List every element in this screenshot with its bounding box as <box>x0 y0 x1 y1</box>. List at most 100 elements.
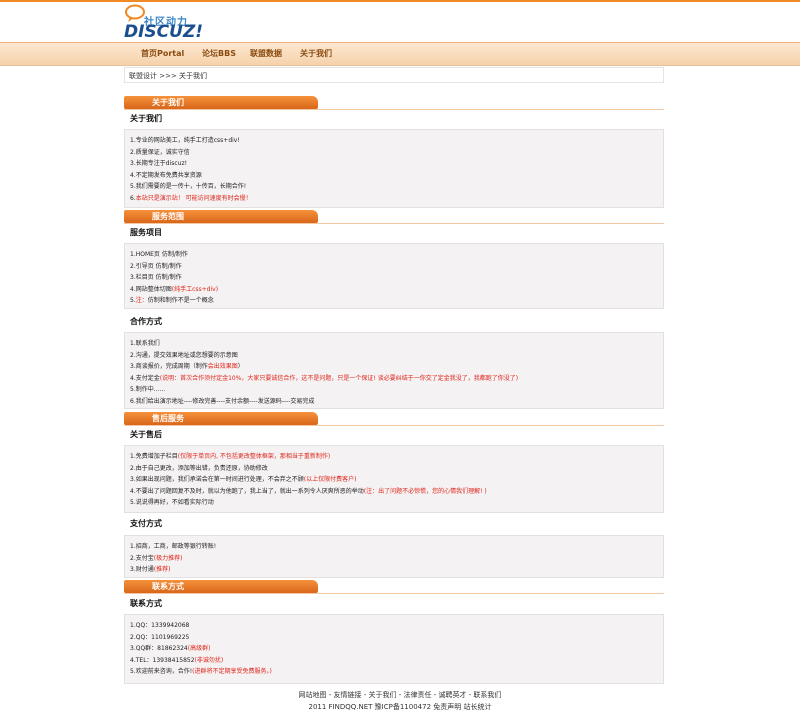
item-text: 不定期发布免费共享资源 <box>135 171 202 179</box>
item-text: 沟通，提交效果地址或您想要的示意图 <box>135 351 238 359</box>
item-text: 如果出现问题，我们承诺会在第一时间进行处理，不会弃之不顾 <box>135 476 304 484</box>
aftersales-item: 5.说说得再好，不如看实际行动 <box>130 497 663 509</box>
nav-about-us[interactable]: 关于我们 <box>300 48 332 59</box>
item-text: 质量保证，诚实守信 <box>135 148 190 156</box>
item-text: 说说得再好，不如看实际行动 <box>135 499 214 507</box>
contact-item: 1.QQ：1339942068 <box>130 620 663 632</box>
nav-home-portal[interactable]: 首页Portal <box>141 48 184 59</box>
item-note: (推荐) <box>153 566 171 574</box>
item-text: 制作中...... <box>135 386 166 394</box>
item-text: 支付定金 <box>135 374 160 382</box>
discuz-logo[interactable]: 社区动力 DISCUZ! <box>124 4 214 42</box>
nav-forum-bbs[interactable]: 论坛BBS <box>202 48 236 59</box>
payment-item: 2.支付宝(极力推荐) <box>130 553 663 565</box>
section-bar-contact: 联系方式 <box>124 580 664 594</box>
item-note: (说明：首次合作须付定金10%，大家只要诚信合作，这不是问题，只是一个保证! 谈… <box>159 374 519 382</box>
item-text: 引导页 仿制/制作 <box>135 262 182 270</box>
cooperation-item: 2.沟通，提交效果地址或您想要的示意图 <box>130 350 663 362</box>
item-text: 招商，工商，邮政等银行转账! <box>135 543 217 550</box>
about-item: 4.不定期发布免费共享资源 <box>130 170 663 182</box>
about-item: 3.长期专注于discuz! <box>130 158 663 170</box>
cooperation-item: 3.商谈报价，完成周期（制作会出效果图） <box>130 361 663 373</box>
section-bar-service: 服务范围 <box>124 210 664 224</box>
cooperation-item: 4.支付定金(说明：首次合作须付定金10%，大家只要诚信合作，这不是问题，只是一… <box>130 373 663 385</box>
item-note: (注：出了问题不必惊慌，您的心情我们理解! ) <box>363 487 487 495</box>
cooperation-item: 6.我们给出演示地址----修改完善----支付余额----发送源码----交易… <box>130 396 663 408</box>
item-text: 欢迎前来咨询，合作! <box>135 668 193 676</box>
aftersales-item: 4.不要出了问题回复不及时，就以为他跑了，我上当了，就出一系列令人厌爽所恶的举动… <box>130 486 663 498</box>
item-note: 注： <box>135 297 148 305</box>
section-bar-aftersales: 售后服务 <box>124 412 664 426</box>
item-text: 支付宝 <box>135 554 154 562</box>
item-text-tail: ） <box>237 363 244 371</box>
cooperation-item: 5.制作中...... <box>130 384 663 396</box>
item-note: (纯手工css+div) <box>171 285 219 293</box>
service-item: 1.HOME页 仿制/制作 <box>130 249 663 261</box>
contact-title: 联系方式 <box>130 599 162 608</box>
item-text: QQ：1339942068 <box>135 622 190 629</box>
payment-item: 1.招商，工商，邮政等银行转账! <box>130 541 663 553</box>
header: 社区动力 DISCUZ! <box>0 2 800 42</box>
item-text: 商谈报价，完成周期（制作 <box>135 363 208 371</box>
about-box: 1.专业的网站美工，纯手工打造css+div! 2.质量保证，诚实守信 3.长期专注… <box>124 129 664 208</box>
aftersales-item: 1.免费增加子栏目(仅限于单页内, 不包括更改整体框架，那相当于重新制作) <box>130 451 663 463</box>
contact-item: 2.QQ：1101969225 <box>130 632 663 644</box>
aftersales-item: 3.如果出现问题，我们承诺会在第一时间进行处理，不会弃之不顾(以上仅限付费客户) <box>130 474 663 486</box>
item-note: (非诚勿扰) <box>194 656 224 664</box>
footer-copyright: 2011 FINDQQ.NET 豫ICP备1100472 免责声明 站长统计 <box>308 703 492 711</box>
item-text: 我们给出演示地址----修改完善----支付余额----发送源码----交易完成 <box>135 397 315 405</box>
item-note: (进群将不定期享受免费服务。) <box>192 668 272 676</box>
service-item: 4.网站整体切图(纯手工css+div) <box>130 284 663 296</box>
breadcrumb: 联盟设计 >>> 关于我们 <box>124 67 664 83</box>
item-text: 免费增加子栏目 <box>135 453 178 460</box>
logo-text-en: DISCUZ! <box>124 22 204 42</box>
payment-item: 3.财付通(推荐) <box>130 564 663 576</box>
item-note: 会出效果图 <box>207 363 238 371</box>
contact-box: 1.QQ：1339942068 2.QQ：1101969225 3.QQ群：8186… <box>124 614 664 684</box>
item-text: 财付通 <box>135 566 154 574</box>
payment-box: 1.招商，工商，邮政等银行转账! 2.支付宝(极力推荐) 3.财付通(推荐) <box>124 535 664 578</box>
item-text: QQ：1101969225 <box>135 633 190 641</box>
item-note: (以上仅限付费客户) <box>303 476 357 484</box>
about-item: 5.我们需要的是一传十，十传百，长期合作! <box>130 181 663 193</box>
about-title: 关于我们 <box>130 114 162 123</box>
nav-alliance-data[interactable]: 联盟数据 <box>250 48 282 59</box>
item-note: (极力推荐) <box>153 554 183 562</box>
item-text: 长期专注于discuz! <box>135 160 187 168</box>
about-item: 2.质量保证，诚实守信 <box>130 147 663 159</box>
service-item: 2.引导页 仿制/制作 <box>130 261 663 273</box>
main-nav: 首页Portal 论坛BBS 联盟数据 关于我们 <box>0 42 800 66</box>
service-box: 1.HOME页 仿制/制作 2.引导页 仿制/制作 3.栏目页 仿制/制作 4.网站整… <box>124 243 664 309</box>
cooperation-box: 1.联系我们 2.沟通，提交效果地址或您想要的示意图 3.商谈报价，完成周期（制作会… <box>124 332 664 409</box>
item-text: HOME页 仿制/制作 <box>135 251 188 258</box>
aftersales-title: 关于售后 <box>130 430 162 439</box>
item-note: (仅限于单页内, 不包括更改整体框架，那相当于重新制作) <box>177 453 331 460</box>
item-note: 本站只是演示站！ 可能访问速度有时会慢！ <box>135 194 252 202</box>
item-text: 栏目页 仿制/制作 <box>135 274 182 282</box>
contact-item: 3.QQ群：81862324(高级群) <box>130 643 663 655</box>
cooperation-item: 1.联系我们 <box>130 338 663 350</box>
item-text: TEL：13938415852 <box>135 656 195 664</box>
aftersales-item: 2.由于自己更改，添加等出错，负责还原，协助修改 <box>130 463 663 475</box>
service-title: 服务项目 <box>130 228 162 237</box>
item-text: 由于自己更改，添加等出错，负责还原，协助修改 <box>135 464 268 472</box>
payment-title: 支付方式 <box>130 519 162 528</box>
item-note: (高级群) <box>187 645 211 653</box>
item-text: QQ群：81862324 <box>135 645 188 653</box>
contact-item: 5.欢迎前来咨询，合作!(进群将不定期享受免费服务。) <box>130 666 663 678</box>
footer-links[interactable]: 网站地图 - 友情链接 - 关于我们 - 法律责任 - 诚聘英才 - 联系我们 <box>0 690 800 700</box>
item-text: 不要出了问题回复不及时，就以为他跑了，我上当了，就出一系列令人厌爽所恶的举动 <box>135 487 364 495</box>
item-text: 联系我们 <box>135 340 160 347</box>
about-item: 1.专业的网站美工，纯手工打造css+div! <box>130 135 663 147</box>
service-item: 5.注：仿制和制作不是一个概念 <box>130 295 663 307</box>
section-bar-about: 关于我们 <box>124 96 664 110</box>
cooperation-title: 合作方式 <box>130 317 162 326</box>
service-item: 3.栏目页 仿制/制作 <box>130 272 663 284</box>
item-text: 我们需要的是一传十，十传百，长期合作! <box>135 183 247 191</box>
item-text: 专业的网站美工，纯手工打造css+div! <box>135 137 240 144</box>
aftersales-box: 1.免费增加子栏目(仅限于单页内, 不包括更改整体框架，那相当于重新制作) 2.由… <box>124 445 664 513</box>
contact-item: 4.TEL：13938415852(非诚勿扰) <box>130 655 663 667</box>
item-text-tail: 仿制和制作不是一个概念 <box>147 297 214 305</box>
about-item: 6.本站只是演示站！ 可能访问速度有时会慢！ <box>130 193 663 205</box>
item-text: 网站整体切图 <box>135 285 172 293</box>
